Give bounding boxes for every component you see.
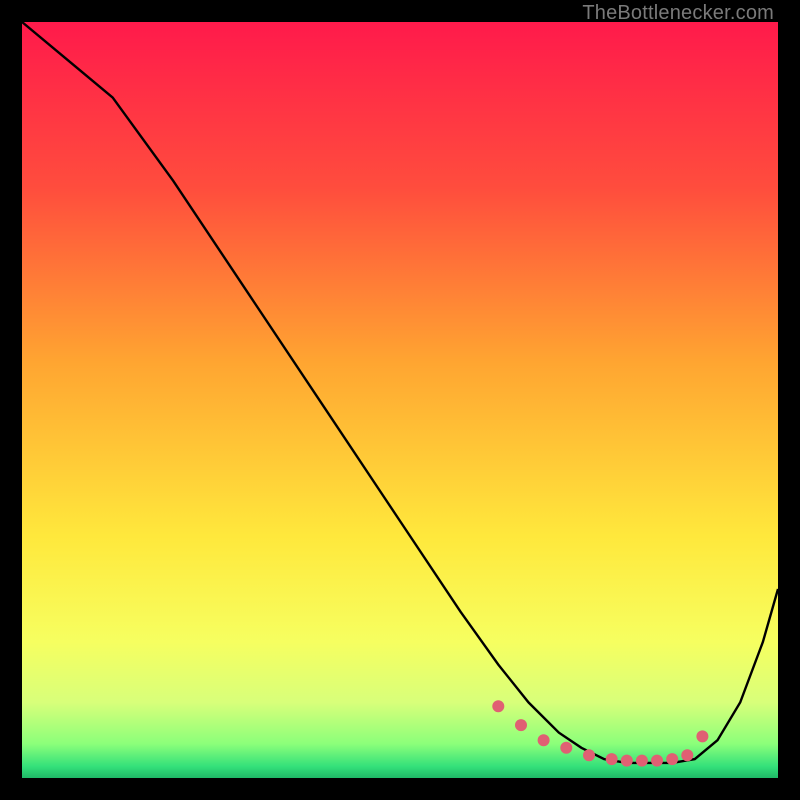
marker-point [651,755,663,767]
marker-point [515,719,527,731]
bottleneck-chart [22,22,778,778]
marker-point [492,700,504,712]
marker-point [666,753,678,765]
marker-point [538,734,550,746]
marker-point [583,749,595,761]
marker-point [621,755,633,767]
marker-point [560,742,572,754]
marker-point [606,753,618,765]
marker-point [681,749,693,761]
marker-point [696,730,708,742]
gradient-background [22,22,778,778]
marker-point [636,755,648,767]
chart-frame [22,22,778,778]
